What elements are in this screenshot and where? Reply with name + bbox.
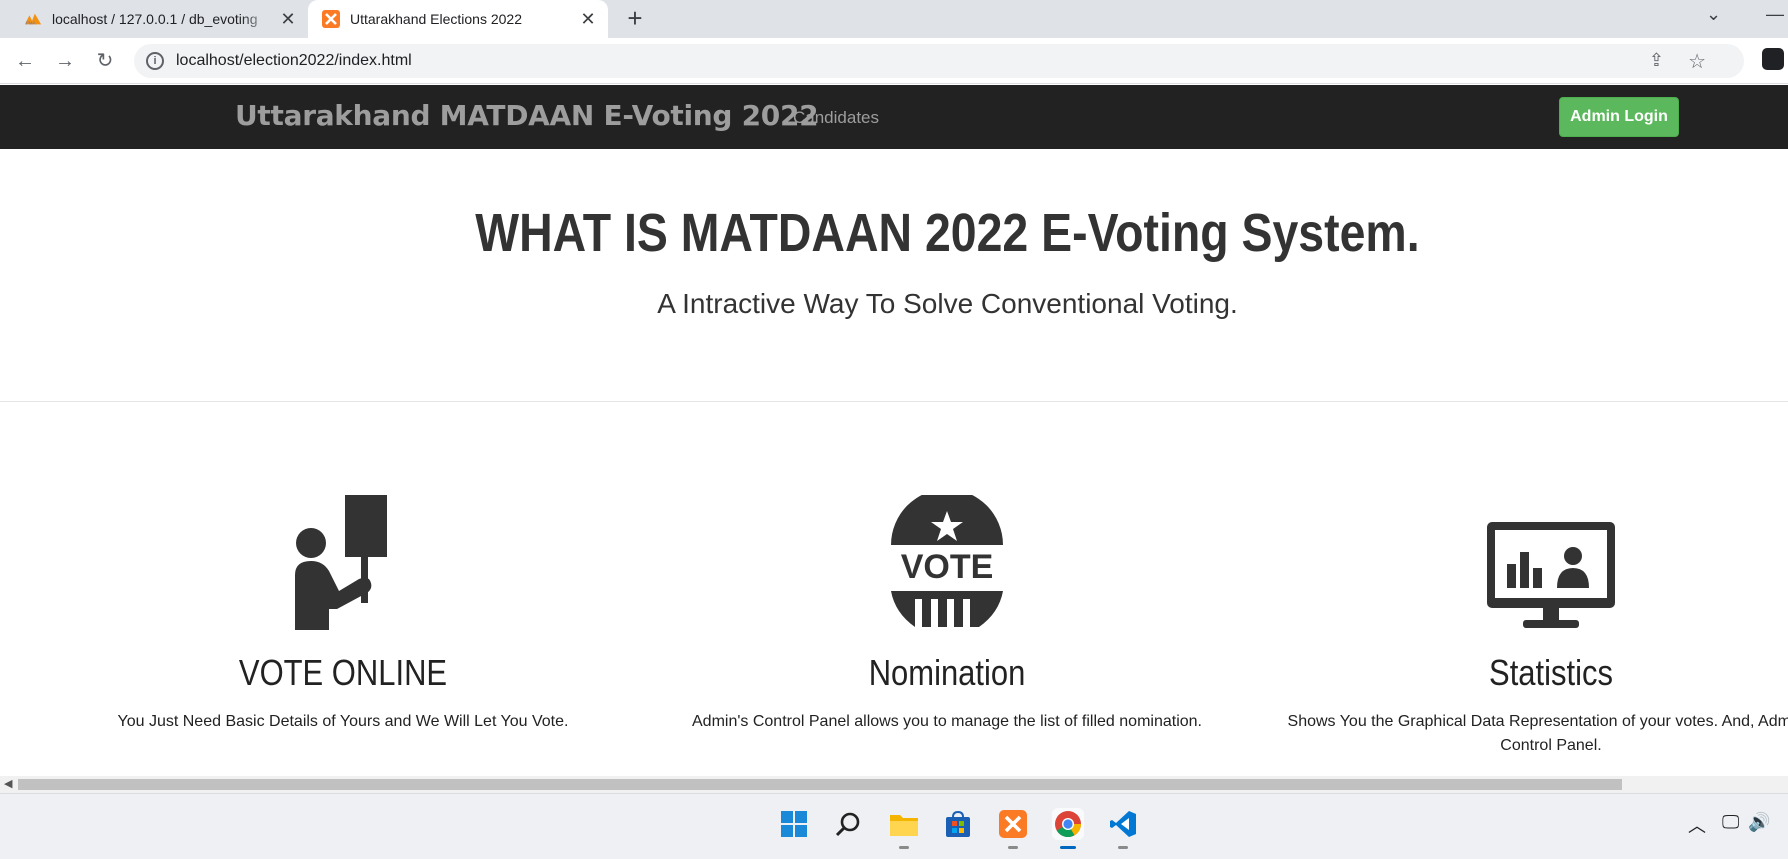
xampp-icon bbox=[322, 10, 340, 28]
start-icon[interactable] bbox=[778, 808, 810, 840]
hero-subtitle: A Intractive Way To Solve Conventional V… bbox=[657, 288, 1238, 319]
running-indicator bbox=[1118, 846, 1128, 849]
site-navbar: Uttarakhand MATDAAN E-Voting 2022 Candid… bbox=[0, 85, 1788, 149]
address-bar[interactable]: i localhost/election2022/index.html ⇪ ☆ bbox=[134, 44, 1744, 78]
show-hidden-icons-chevron-icon[interactable]: ︿ bbox=[1688, 812, 1706, 838]
vscode-icon[interactable] bbox=[1107, 808, 1139, 849]
feature-text: Shows You the Graphical Data Representat… bbox=[1287, 713, 1788, 754]
running-indicator bbox=[899, 846, 909, 849]
browser-tab-elections[interactable]: Uttarakhand Elections 2022 ✕ bbox=[308, 0, 608, 38]
feature-text: You Just Need Basic Details of Yours and… bbox=[117, 713, 569, 730]
nav-link-candidates[interactable]: Candidates bbox=[793, 108, 879, 128]
tab-title: localhost / 127.0.0.1 / db_evoting bbox=[52, 11, 258, 27]
voter-with-sign-icon bbox=[63, 480, 623, 630]
hero-title: WHAT IS MATDAAN 2022 E-Voting System. bbox=[475, 203, 1420, 263]
feature-heading: VOTE ONLINE bbox=[238, 652, 448, 693]
volume-icon[interactable]: 🔊 bbox=[1748, 812, 1770, 833]
site-info-icon[interactable]: i bbox=[146, 52, 164, 70]
chrome-icon[interactable] bbox=[1052, 808, 1084, 849]
back-arrow-icon[interactable]: ← bbox=[12, 48, 38, 74]
browser-tab-phpmyadmin[interactable]: PMA localhost / 127.0.0.1 / db_evoting ✕ bbox=[8, 0, 308, 38]
feature-heading: Statistics bbox=[1489, 652, 1613, 693]
tab-title: Uttarakhand Elections 2022 bbox=[350, 11, 522, 27]
horizontal-scrollbar[interactable]: ◀ bbox=[0, 776, 1788, 793]
scroll-left-arrow-icon[interactable]: ◀ bbox=[4, 777, 12, 790]
windows-taskbar: ︿ 🖵 🔊 bbox=[0, 793, 1788, 859]
site-brand[interactable]: Uttarakhand MATDAAN E-Voting 2022 bbox=[235, 99, 819, 132]
forward-arrow-icon[interactable]: → bbox=[52, 48, 78, 74]
active-indicator bbox=[1060, 846, 1076, 849]
bookmark-star-icon[interactable]: ☆ bbox=[1688, 49, 1706, 74]
svg-text:PMA: PMA bbox=[26, 20, 36, 25]
close-tab-icon[interactable]: ✕ bbox=[578, 9, 598, 29]
share-icon[interactable]: ⇪ bbox=[1649, 50, 1664, 71]
feature-statistics: Statistics Shows You the Graphical Data … bbox=[1271, 480, 1788, 758]
feature-text: Admin's Control Panel allows you to mana… bbox=[692, 713, 1202, 730]
new-tab-button[interactable]: + bbox=[622, 5, 648, 32]
vote-badge-icon: VOTE bbox=[667, 480, 1227, 630]
reload-icon[interactable]: ↻ bbox=[92, 48, 118, 74]
svg-text:VOTE: VOTE bbox=[901, 548, 994, 586]
tab-search-chevron-icon[interactable]: ⌄ bbox=[1706, 4, 1721, 25]
extension-icon[interactable] bbox=[1762, 48, 1784, 70]
file-explorer-icon[interactable] bbox=[888, 808, 920, 849]
feature-vote-online: VOTE ONLINE You Just Need Basic Details … bbox=[63, 480, 623, 734]
monitor-statistics-icon bbox=[1271, 480, 1788, 630]
phpmyadmin-icon: PMA bbox=[24, 10, 42, 28]
feature-nomination: VOTE Nomination Admin's Control Panel al… bbox=[667, 480, 1227, 734]
xampp-icon[interactable] bbox=[997, 808, 1029, 849]
browser-tab-strip: PMA localhost / 127.0.0.1 / db_evoting ✕… bbox=[0, 0, 1788, 38]
feature-heading: Nomination bbox=[868, 652, 1026, 693]
admin-login-button[interactable]: Admin Login bbox=[1559, 97, 1679, 137]
section-divider bbox=[0, 401, 1788, 402]
search-icon[interactable] bbox=[832, 808, 864, 840]
running-indicator bbox=[1008, 846, 1018, 849]
url-text[interactable]: localhost/election2022/index.html bbox=[176, 52, 412, 70]
scrollbar-thumb[interactable] bbox=[18, 779, 1622, 790]
browser-toolbar: ← → ↻ i localhost/election2022/index.htm… bbox=[0, 38, 1788, 84]
store-icon[interactable] bbox=[942, 808, 974, 840]
close-tab-icon[interactable]: ✕ bbox=[278, 9, 298, 29]
minimize-window-icon[interactable]: — bbox=[1766, 4, 1784, 25]
network-icon[interactable]: 🖵 bbox=[1722, 812, 1739, 833]
